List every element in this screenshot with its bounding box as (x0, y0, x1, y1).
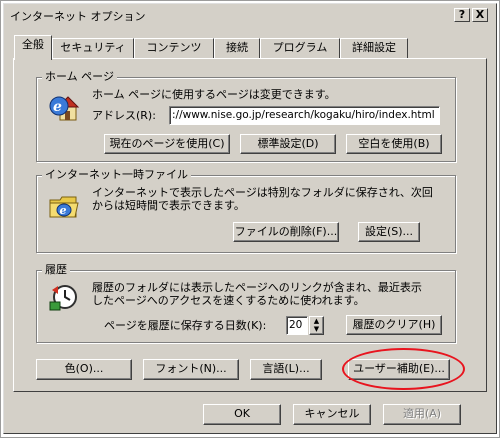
home-page-description: ホーム ページに使用するページは変更できます。 (92, 88, 336, 101)
ok-button[interactable]: OK (203, 404, 281, 425)
spin-up-icon[interactable]: ▲ (314, 317, 319, 325)
history-description-line1: 履歴のフォルダには表示したページへのリンクが含まれ、最近表示 (92, 281, 422, 294)
history-legend: 履歴 (42, 263, 70, 276)
temp-files-legend: インターネット一時ファイル (42, 168, 191, 181)
tab-advanced[interactable]: 詳細設定 (340, 38, 408, 58)
fonts-button[interactable]: フォント(N)... (143, 359, 239, 380)
use-current-button[interactable]: 現在のページを使用(C) (104, 134, 230, 154)
home-address-field[interactable]: ://www.nise.go.jp/research/kogaku/hiro/i… (169, 106, 440, 125)
history-days-spinner[interactable]: ▲ ▼ (309, 316, 324, 335)
cancel-button[interactable]: キャンセル (293, 404, 371, 425)
history-icon (48, 280, 80, 312)
home-page-icon: e (48, 92, 80, 124)
use-default-button[interactable]: 標準設定(D) (240, 134, 336, 154)
address-label: アドレス(R): (92, 109, 156, 122)
settings-button[interactable]: 設定(S)... (358, 222, 420, 242)
apply-button[interactable]: 適用(A) (383, 404, 461, 425)
tab-connections[interactable]: 接続 (214, 38, 260, 58)
tab-general[interactable]: 全般 (14, 35, 52, 60)
temp-files-icon: e (48, 190, 80, 222)
history-days-label: ページを履歴に保存する日数(K): (104, 319, 267, 332)
svg-text:e: e (53, 99, 62, 115)
close-button[interactable]: X (472, 8, 488, 22)
history-description-line2: したページへのアクセスを速くするために使われます。 (92, 294, 365, 307)
svg-text:e: e (60, 204, 67, 217)
help-button[interactable]: ? (454, 8, 470, 22)
highlight-circle (342, 348, 465, 390)
use-blank-button[interactable]: 空白を使用(B) (346, 134, 442, 154)
tab-security[interactable]: セキュリティ (52, 38, 134, 58)
delete-files-button[interactable]: ファイルの削除(F)... (233, 222, 339, 242)
spin-down-icon[interactable]: ▼ (314, 325, 319, 333)
window-title: インターネット オプション (10, 10, 146, 23)
languages-button[interactable]: 言語(L)... (250, 359, 322, 380)
tab-content[interactable]: コンテンツ (134, 38, 214, 58)
history-days-input[interactable]: 20 (286, 316, 308, 335)
temp-files-description-line2: からは短時間で表示できます。 (92, 199, 245, 212)
home-page-legend: ホーム ページ (42, 70, 117, 83)
temp-files-description-line1: インターネットで表示したページは特別なフォルダに保存され、次回 (92, 186, 433, 199)
colors-button[interactable]: 色(O)... (36, 359, 132, 380)
tab-programs[interactable]: プログラム (260, 38, 340, 58)
clear-history-button[interactable]: 履歴のクリア(H) (346, 315, 442, 335)
